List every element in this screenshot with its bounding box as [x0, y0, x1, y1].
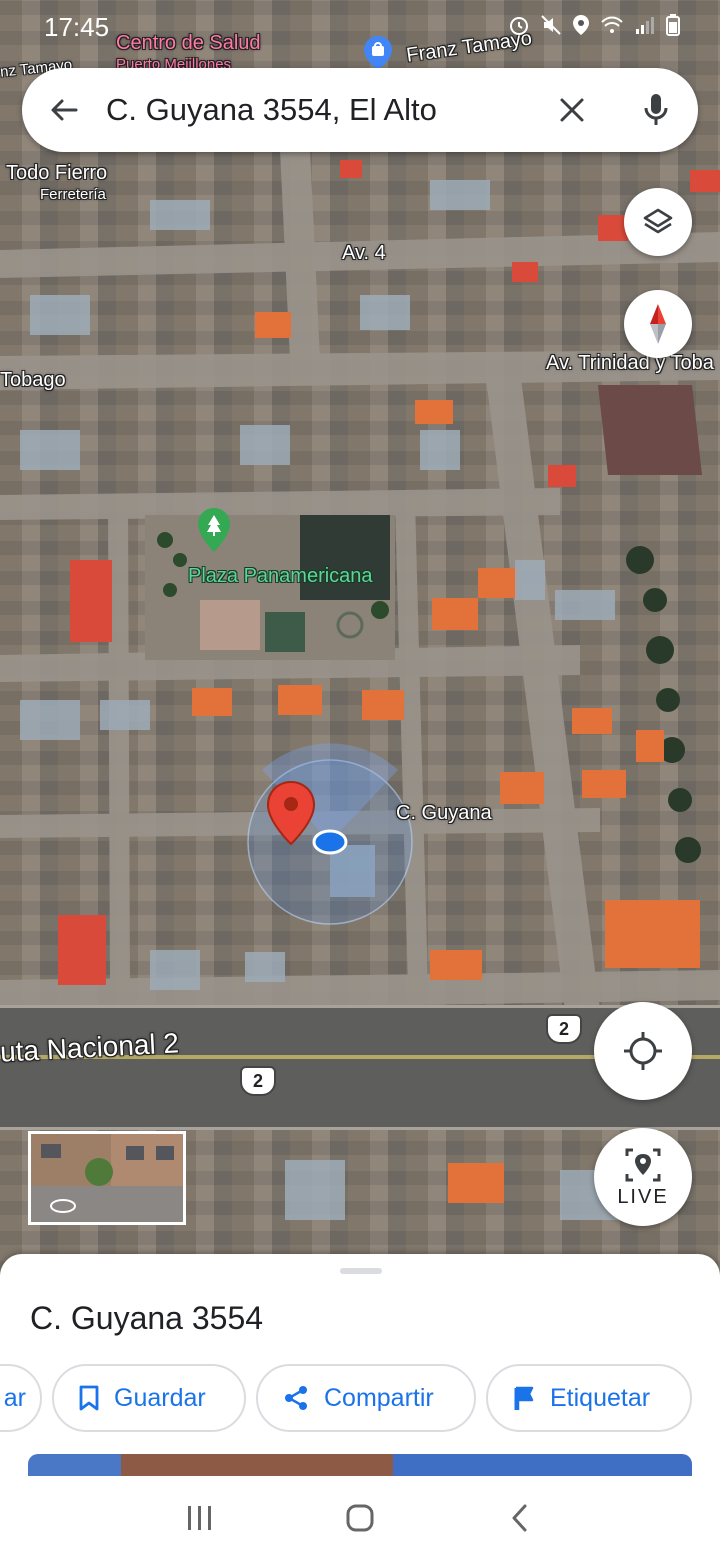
- back-nav-button[interactable]: [480, 1488, 560, 1548]
- map-label-trinidad-tobago: Av. Trinidad y Toba: [546, 352, 714, 374]
- system-nav-bar: [0, 1476, 720, 1560]
- route-shield-icon: 2: [240, 1066, 276, 1096]
- save-label: Guardar: [114, 1383, 206, 1412]
- mute-icon: [541, 15, 561, 35]
- alarm-icon: [510, 17, 528, 35]
- destination-pin-icon[interactable]: [266, 780, 316, 846]
- live-view-button[interactable]: LIVE: [594, 1128, 692, 1226]
- arrow-back-icon: [51, 99, 78, 121]
- search-bar[interactable]: C. Guyana 3554, El Alto: [22, 68, 698, 152]
- place-title: C. Guyana 3554: [30, 1300, 264, 1336]
- compass-button[interactable]: [624, 290, 692, 358]
- bookmark-icon: [79, 1385, 99, 1411]
- map-label-centro-salud[interactable]: Centro de Salud: [116, 32, 261, 55]
- street-view-thumbnail[interactable]: [28, 1131, 186, 1225]
- shopping-pin-icon[interactable]: [364, 36, 392, 70]
- live-label: LIVE: [617, 1185, 669, 1208]
- status-icons: [508, 14, 680, 36]
- park-pin-icon[interactable]: [198, 508, 230, 552]
- voice-search-button[interactable]: [614, 68, 698, 152]
- share-icon: [285, 1386, 307, 1410]
- clear-search-button[interactable]: [530, 68, 614, 152]
- battery-icon: [666, 14, 680, 36]
- search-query[interactable]: C. Guyana 3554, El Alto: [106, 92, 530, 128]
- live-view-icon: [625, 1148, 661, 1181]
- status-time: 17:45: [44, 12, 110, 42]
- place-bottom-sheet[interactable]: C. Guyana 3554 ar Guardar Compartir Etiq…: [0, 1254, 720, 1476]
- location-status-icon: [573, 15, 589, 35]
- directions-chip-partial[interactable]: ar: [0, 1364, 42, 1432]
- flag-icon: [514, 1386, 534, 1410]
- layers-icon: [643, 208, 673, 234]
- share-label: Compartir: [324, 1383, 434, 1412]
- share-button[interactable]: Compartir: [256, 1364, 476, 1432]
- chip-label: ar: [3, 1383, 26, 1412]
- save-button[interactable]: Guardar: [52, 1364, 246, 1432]
- layers-button[interactable]: [624, 188, 692, 256]
- home-button[interactable]: [320, 1488, 400, 1548]
- street-view-image: [31, 1134, 183, 1222]
- wifi-icon: [601, 16, 623, 33]
- signal-icon: [636, 17, 654, 34]
- back-button[interactable]: [22, 68, 106, 152]
- microphone-icon: [644, 94, 668, 125]
- map-label-av-4: Av. 4: [342, 242, 386, 264]
- sheet-drag-handle[interactable]: [340, 1268, 382, 1274]
- route-shield-icon: 2: [546, 1014, 582, 1044]
- chevron-left-icon: [512, 1504, 527, 1532]
- place-photos-strip[interactable]: [28, 1454, 692, 1476]
- recents-icon: [188, 1506, 211, 1530]
- compass-icon: [650, 304, 666, 344]
- map-label-ferreteria[interactable]: Ferretería: [40, 186, 106, 203]
- map-label-tobago: Tobago: [0, 369, 66, 391]
- map-label-c-guyana: C. Guyana: [396, 802, 492, 824]
- label-label: Etiquetar: [550, 1383, 651, 1412]
- recent-apps-button[interactable]: [160, 1488, 240, 1548]
- map-label-plaza-panamericana[interactable]: Plaza Panamericana: [188, 565, 373, 588]
- map-label-todo-fierro[interactable]: Todo Fierro: [6, 162, 107, 185]
- home-icon: [346, 1504, 374, 1532]
- close-icon: [560, 98, 584, 122]
- my-location-button[interactable]: [594, 1002, 692, 1100]
- label-button[interactable]: Etiquetar: [486, 1364, 692, 1432]
- crosshair-icon: [624, 1032, 662, 1070]
